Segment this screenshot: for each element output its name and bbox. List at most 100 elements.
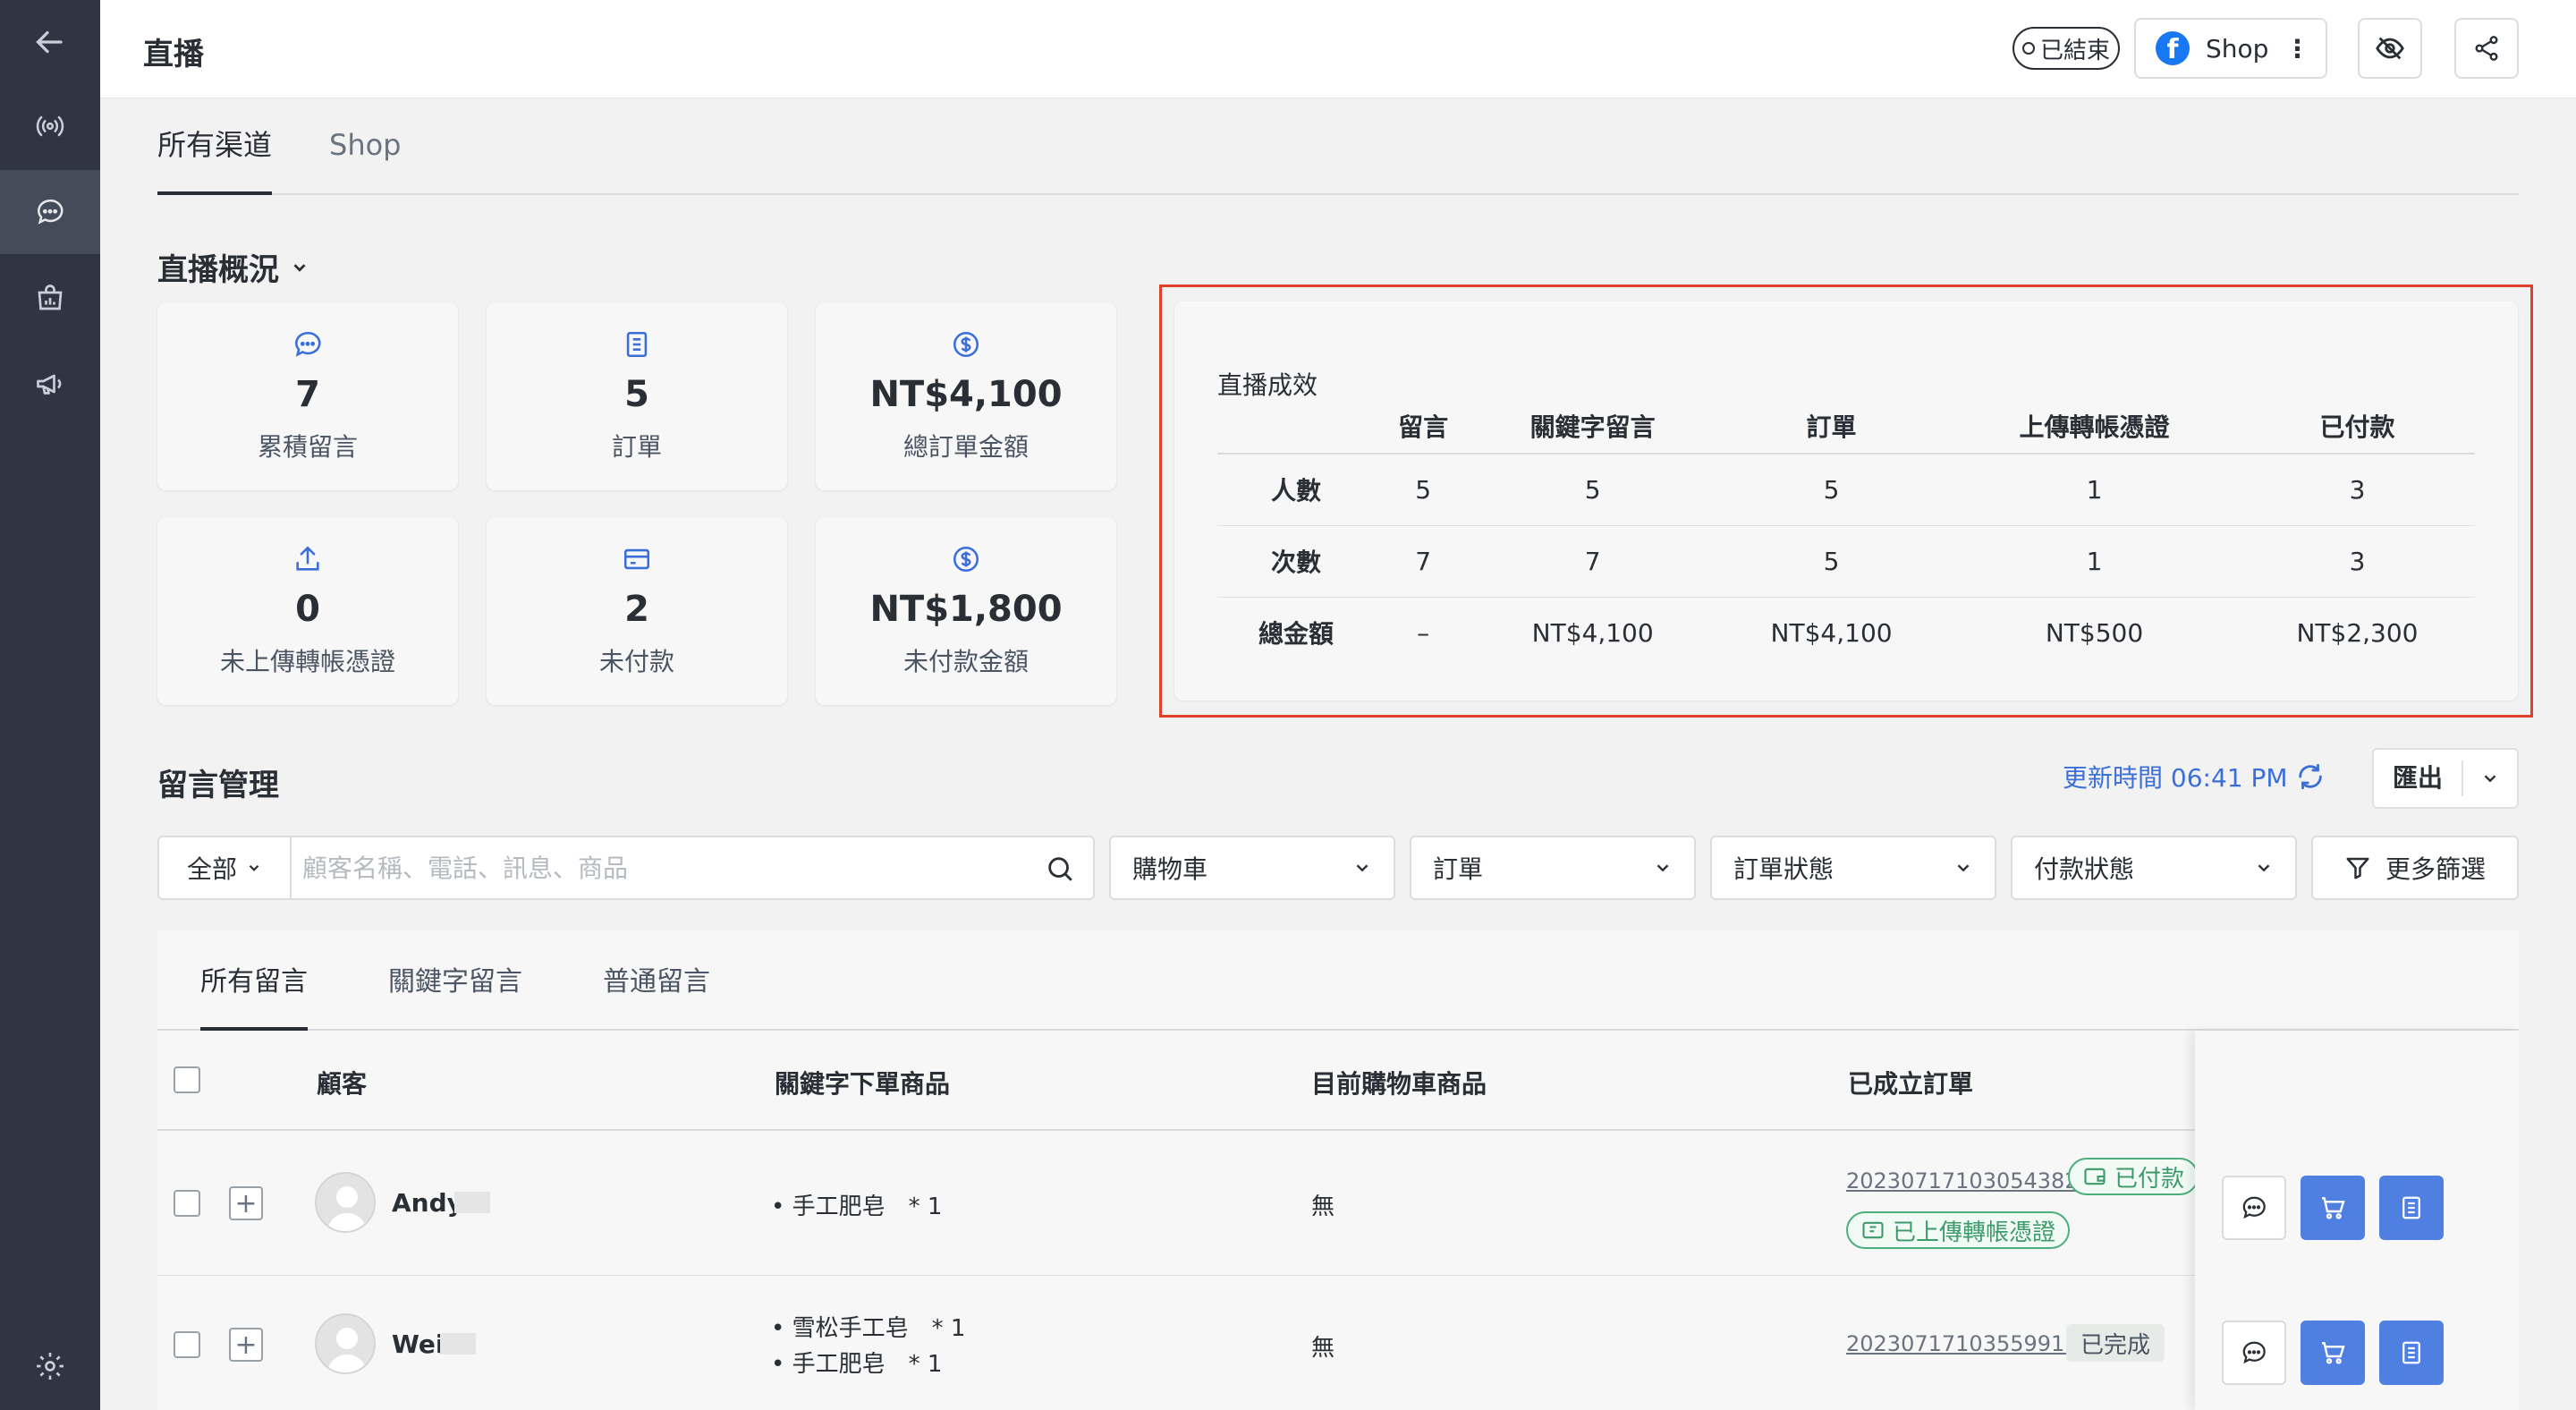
- column-header: 目前購物車商品: [1311, 1069, 1487, 1099]
- row-checkbox[interactable]: [174, 1190, 200, 1217]
- table-cell: 3: [2239, 525, 2475, 598]
- order-button[interactable]: [2379, 1321, 2444, 1385]
- order-filter[interactable]: 訂單: [1410, 836, 1696, 900]
- table-cell: –: [1417, 617, 1430, 648]
- table-cell: 5: [1714, 454, 1950, 526]
- more-vertical-icon[interactable]: ⋮: [2284, 34, 2309, 64]
- expand-button[interactable]: +: [229, 1328, 263, 1362]
- store-analytics-icon[interactable]: [0, 256, 100, 340]
- comments-panel: 所有留言 關鍵字留言 普通留言 顧客 關鍵字下單商品 目前購物車商品 已成立訂單…: [157, 930, 2519, 1410]
- status-badge: 已結束: [2012, 27, 2120, 70]
- table-header: 顧客 關鍵字下單商品 目前購物車商品 已成立訂單: [157, 1031, 2519, 1131]
- cart-icon: [2322, 1342, 2345, 1364]
- cart-filter[interactable]: 購物車: [1109, 836, 1395, 900]
- reply-button[interactable]: [2222, 1321, 2286, 1385]
- column-header: 已成立訂單: [1848, 1069, 1974, 1099]
- chevron-down-icon: [293, 263, 306, 272]
- item-text: 手工肥皂 * 1: [792, 1351, 943, 1378]
- tab-keyword-comments[interactable]: 關鍵字留言: [388, 959, 522, 1031]
- stat-label: 訂單: [611, 432, 662, 462]
- stat-card-unpaid: 2 未付款: [487, 517, 787, 705]
- export-label: 匯出: [2374, 760, 2463, 796]
- keyword-item: • 手工肥皂 * 1: [771, 1193, 943, 1220]
- search-icon[interactable]: [1045, 854, 1075, 884]
- stat-card-total-amount: NT$4,100 總訂單金額: [816, 302, 1116, 490]
- search-bar: 全部: [157, 836, 1095, 900]
- search-scope-select[interactable]: 全部: [159, 837, 292, 898]
- cart-button[interactable]: [2301, 1321, 2365, 1385]
- row-header: 次數: [1217, 525, 1375, 598]
- channel-button[interactable]: f Shop ⋮: [2134, 18, 2327, 79]
- column-header: 關鍵字下單商品: [775, 1069, 951, 1099]
- badge-label: 已上傳轉帳憑證: [1893, 1219, 2056, 1246]
- performance-table: 留言 關鍵字留言 訂單 上傳轉帳憑證 已付款 人數 5 5 5 1 3 次數 7…: [1217, 398, 2475, 668]
- table-cell: 7: [1375, 525, 1472, 598]
- order-status-filter[interactable]: 訂單狀態: [1710, 836, 1996, 900]
- upload-icon: [296, 546, 319, 571]
- comment-icon: [295, 331, 321, 357]
- order-number-link[interactable]: 20230717103559915: [1846, 1331, 2079, 1356]
- redacted-name: [440, 1333, 476, 1355]
- megaphone-icon[interactable]: [0, 342, 100, 426]
- customer-name[interactable]: Wei: [392, 1329, 444, 1359]
- cart-icon: [2322, 1197, 2345, 1219]
- payment-status-filter[interactable]: 付款狀態: [2011, 836, 2297, 900]
- stat-value: NT$4,100: [869, 374, 1063, 415]
- row-header: 人數: [1217, 454, 1375, 526]
- settings-icon[interactable]: [0, 1324, 100, 1408]
- receipt-icon: [1862, 1221, 1884, 1239]
- broadcast-icon[interactable]: [0, 84, 100, 168]
- tab-all-channels[interactable]: 所有渠道: [157, 125, 273, 195]
- table-cell: 1: [1949, 525, 2240, 598]
- keyword-item: • 手工肥皂 * 1: [771, 1351, 943, 1378]
- filter-label: 購物車: [1132, 854, 1208, 884]
- chevron-down-icon: [2258, 864, 2270, 872]
- order-icon: [626, 331, 648, 358]
- badge-label: 已付款: [2114, 1165, 2185, 1193]
- table-cell: 3: [2239, 454, 2475, 526]
- card-icon: [623, 548, 650, 570]
- table-cell: NT$2,300: [2296, 617, 2419, 648]
- overview-title: 直播概況: [157, 252, 279, 288]
- stat-card-comments: 7 累積留言: [157, 302, 458, 490]
- order-button[interactable]: [2379, 1176, 2444, 1240]
- chevron-down-icon: [1657, 864, 1669, 872]
- uploaded-proof-badge: 已上傳轉帳憑證: [1846, 1211, 2071, 1249]
- table-cell: 7: [1471, 525, 1715, 598]
- column-header: 顧客: [317, 1069, 368, 1099]
- stat-label: 未付款金額: [902, 647, 1029, 676]
- share-button[interactable]: [2454, 18, 2519, 79]
- facebook-icon: f: [2156, 31, 2190, 65]
- row-checkbox[interactable]: [174, 1331, 200, 1358]
- chat-icon[interactable]: [0, 170, 100, 254]
- comment-type-tabs: 所有留言 關鍵字留言 普通留言: [157, 930, 2519, 1031]
- channel-label: Shop: [2206, 33, 2269, 64]
- order-number-link[interactable]: 20230717103054382: [1846, 1168, 2079, 1193]
- filter-label: 訂單狀態: [1733, 854, 1835, 884]
- export-button[interactable]: 匯出: [2372, 748, 2519, 809]
- status-label: 已結束: [2039, 37, 2110, 64]
- customer-name[interactable]: Andy: [392, 1188, 463, 1218]
- tab-all-comments[interactable]: 所有留言: [200, 959, 308, 1031]
- filter-label: 訂單: [1433, 854, 1484, 884]
- back-arrow-icon[interactable]: [0, 0, 100, 84]
- refresh-button[interactable]: 更新時間 06:41 PM: [2063, 759, 2326, 794]
- stat-card-unpaid-amount: NT$1,800 未付款金額: [816, 517, 1116, 705]
- cart-button[interactable]: [2301, 1176, 2365, 1240]
- export-dropdown[interactable]: [2463, 769, 2517, 788]
- reply-button[interactable]: [2222, 1176, 2286, 1240]
- filter-icon: [2346, 857, 2369, 879]
- search-input[interactable]: [302, 846, 1018, 889]
- expand-button[interactable]: +: [229, 1186, 263, 1220]
- overview-toggle[interactable]: 直播概況: [157, 245, 309, 289]
- select-all-checkbox[interactable]: [174, 1066, 200, 1093]
- tab-shop[interactable]: Shop: [329, 125, 401, 195]
- column-header: 已付款: [2239, 398, 2475, 454]
- column-header: 關鍵字留言: [1471, 398, 1715, 454]
- tab-normal-comments[interactable]: 普通留言: [603, 959, 710, 1031]
- completed-badge: 已完成: [2066, 1324, 2165, 1362]
- hide-button[interactable]: [2358, 18, 2422, 79]
- stat-card-orders: 5 訂單: [487, 302, 787, 490]
- more-filters-button[interactable]: 更多篩選: [2311, 836, 2519, 900]
- chevron-down-icon: [2484, 775, 2496, 783]
